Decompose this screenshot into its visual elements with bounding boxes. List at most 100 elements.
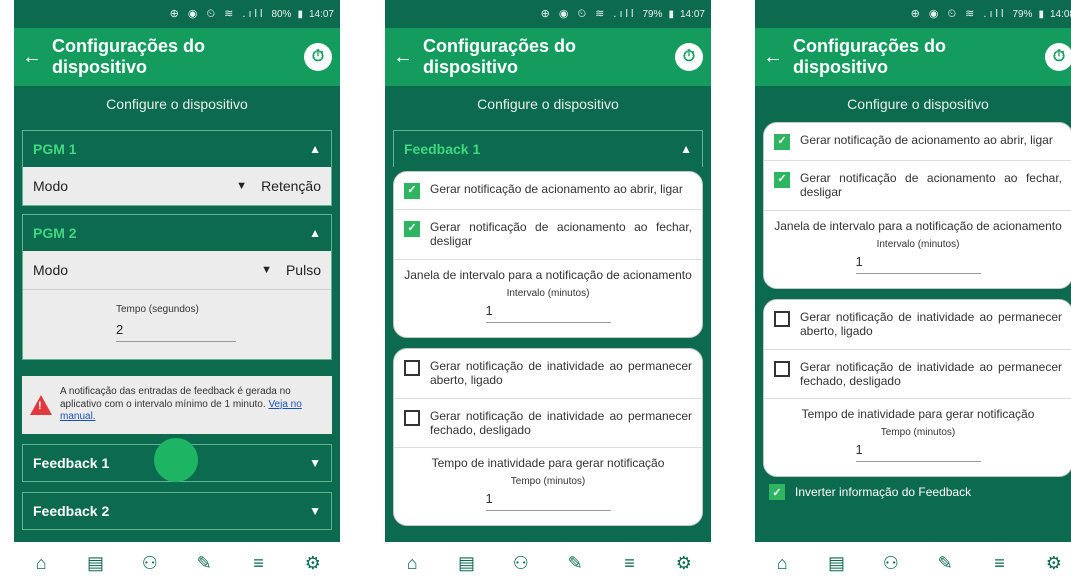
feedback-warning: ! A notificação das entradas de feedback… [22,376,332,434]
timer-icon[interactable]: ⏱ [675,43,703,71]
inatividade-card: Gerar notificação de inatividade ao perm… [763,298,1071,478]
feedback1-accordion: Feedback 1 ▲ [393,130,703,167]
home-icon[interactable]: ⌂ [397,553,427,574]
interval-input[interactable]: 1 [485,303,611,323]
checkbox-unchecked-icon[interactable] [404,359,420,376]
feedback1-header[interactable]: Feedback 1 ▲ [394,131,702,167]
chevron-down-icon: ▼ [261,264,272,276]
feedback2-header[interactable]: Feedback 2 ▼ [23,493,331,529]
chk-inverter-feedback[interactable]: ✓ Inverter informação do Feedback [755,477,1071,506]
chk-inatividade-fechado[interactable]: Gerar notificação de inatividade ao perm… [394,399,702,449]
back-arrow-icon[interactable]: ← [393,46,423,69]
chk-acionamento-abrir[interactable]: ✓ Gerar notificação de acionamento ao ab… [394,172,702,210]
document-icon[interactable]: ▤ [821,553,851,574]
interval-input[interactable]: 1 [855,254,981,274]
warning-message: A notificação das entradas de feedback é… [60,386,291,410]
battery-icon: ▮ [668,8,674,20]
checkbox-unchecked-icon[interactable] [404,409,420,426]
pgm2-header[interactable]: PGM 2 ▲ [23,215,331,251]
checkbox-checked-icon[interactable]: ✓ [404,221,420,237]
settings-icon[interactable]: ⚙ [669,553,699,574]
battery-level: 79% [642,8,663,20]
user-edit-icon[interactable]: ✎ [560,553,590,574]
timer-icon[interactable]: ⏱ [304,43,332,71]
group-icon[interactable]: ⚇ [135,553,165,574]
checkbox-unchecked-icon[interactable] [774,310,790,327]
group-icon[interactable]: ⚇ [876,553,906,574]
pgm1-accordion: PGM 1 ▲ Modo ▼ Retenção [22,130,332,206]
list-edit-icon[interactable]: ≡ [243,553,273,574]
pgm2-title: PGM 2 [33,225,77,241]
home-icon[interactable]: ⌂ [767,553,797,574]
tempo-heading: Tempo de inatividade para gerar notifica… [801,407,1035,422]
screen-2: ⊕ ◉ ⏲ ≋ .ıll 79% ▮ 14:07 ← Configurações… [385,0,711,584]
feedback1-title: Feedback 1 [404,141,481,157]
pgm1-mode-select[interactable]: Modo ▼ Retenção [23,167,331,205]
tempo-input[interactable]: 1 [485,491,611,512]
tempo-section: Tempo de inatividade para gerar notifica… [764,399,1071,476]
tempo-heading: Tempo de inatividade para gerar notifica… [431,456,665,471]
section-subtitle: Configure o dispositivo [106,96,248,112]
pgm2-accordion: PGM 2 ▲ Modo ▼ Pulso Tempo (segundos) 2 [22,214,332,360]
list-edit-icon[interactable]: ≡ [984,553,1014,574]
feedback1-title: Feedback 1 [33,454,110,471]
checkbox-checked-icon[interactable]: ✓ [769,484,785,501]
feedback2-accordion: Feedback 2 ▼ [22,491,332,530]
bottom-nav: ⌂ ▤ ⚇ ✎ ≡ ⚙ [755,542,1071,584]
interval-section: Janela de intervalo para a notificação d… [394,260,702,337]
status-bar: ⊕ ◉ ⏲ ≋ .ıll 79% ▮ 14:07 [385,0,711,28]
tempo-input[interactable]: 1 [855,442,981,463]
app-bar: ← Configurações do dispositivo ⏱ [14,28,340,86]
chevron-up-icon: ▲ [309,226,321,240]
list-edit-icon[interactable]: ≡ [614,553,644,574]
settings-icon[interactable]: ⚙ [298,553,328,574]
pgm1-title: PGM 1 [33,141,77,157]
checkbox-unchecked-icon[interactable] [774,360,790,377]
user-edit-icon[interactable]: ✎ [930,553,960,574]
status-icons: ⊕ ◉ ⏲ ≋ .ıll [169,8,266,20]
tempo-label: Tempo (segundos) [116,304,199,315]
back-arrow-icon[interactable]: ← [763,46,793,69]
interval-label: Intervalo (minutos) [876,238,960,250]
checkbox-checked-icon[interactable]: ✓ [404,183,420,199]
back-arrow-icon[interactable]: ← [22,46,52,69]
chk-acionamento-abrir[interactable]: ✓ Gerar notificação de acionamento ao ab… [764,123,1071,161]
content-area: Configure o dispositivo ✓ Gerar notifica… [755,86,1071,542]
status-bar: ⊕ ◉ ⏲ ≋ .ıll 79% ▮ 14:08 [755,0,1071,28]
settings-icon[interactable]: ⚙ [1039,553,1069,574]
chk-acionamento-fechar[interactable]: ✓ Gerar notificação de acionamento ao fe… [764,161,1071,211]
warning-text: A notificação das entradas de feedback é… [60,386,324,424]
battery-level: 80% [271,8,292,20]
checkbox-checked-icon[interactable]: ✓ [774,172,790,188]
home-icon[interactable]: ⌂ [26,553,56,574]
bottom-nav: ⌂ ▤ ⚇ ✎ ≡ ⚙ [14,542,340,584]
status-icons: ⊕ ◉ ⏲ ≋ .ıll [910,8,1007,20]
feedback2-title: Feedback 2 [33,502,110,519]
chk-label: Gerar notificação de inatividade ao perm… [430,408,692,437]
clock: 14:07 [308,8,334,20]
timer-icon[interactable]: ⏱ [1045,43,1071,71]
mode-value: Retenção [261,178,321,194]
chk-acionamento-fechar[interactable]: ✓ Gerar notificação de acionamento ao fe… [394,210,702,260]
user-edit-icon[interactable]: ✎ [189,553,219,574]
checkbox-checked-icon[interactable]: ✓ [774,134,790,150]
chk-label: Inverter informação do Feedback [795,484,972,499]
pgm2-tempo-field: Tempo (segundos) 2 [23,289,331,359]
document-icon[interactable]: ▤ [451,553,481,574]
chk-inatividade-aberto[interactable]: Gerar notificação de inatividade ao perm… [394,349,702,399]
section-subtitle: Configure o dispositivo [477,96,619,112]
tempo-input[interactable]: 2 [116,322,236,342]
interval-section: Janela de intervalo para a notificação d… [764,211,1071,288]
group-icon[interactable]: ⚇ [506,553,536,574]
section-subtitle: Configure o dispositivo [847,96,989,112]
fab-button[interactable] [154,438,198,482]
page-title: Configurações do dispositivo [52,36,206,77]
pgm1-header[interactable]: PGM 1 ▲ [23,131,331,167]
chk-inatividade-fechado[interactable]: Gerar notificação de inatividade ao perm… [764,350,1071,400]
chk-inatividade-aberto[interactable]: Gerar notificação de inatividade ao perm… [764,300,1071,350]
document-icon[interactable]: ▤ [80,553,110,574]
acionamento-card: ✓ Gerar notificação de acionamento ao ab… [763,122,1071,289]
pgm2-mode-select[interactable]: Modo ▼ Pulso [23,251,331,289]
page-title: Configurações do dispositivo [423,36,577,77]
chk-label: Gerar notificação de inatividade ao perm… [800,359,1062,388]
